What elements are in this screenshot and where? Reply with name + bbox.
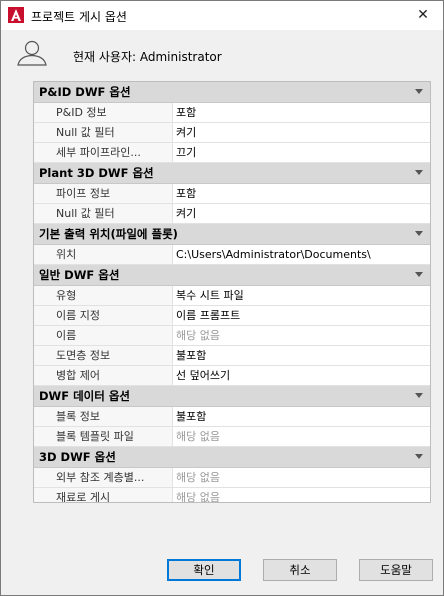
property-value[interactable]: 켜기 — [173, 123, 430, 142]
property-value[interactable]: 해당 없음 — [173, 468, 430, 487]
property-value[interactable]: 해당 없음 — [173, 326, 430, 345]
property-value[interactable]: 복수 시트 파일 — [173, 286, 430, 305]
property-value[interactable]: 불포함 — [173, 407, 430, 426]
property-row[interactable]: 파이프 정보 포함 — [34, 184, 430, 204]
collapse-arrow-icon[interactable] — [415, 454, 423, 459]
collapse-arrow-icon[interactable] — [415, 89, 423, 94]
section-title: DWF 데이터 옵션 — [39, 389, 130, 403]
ok-button[interactable]: 확인 — [167, 559, 241, 581]
window-title: 프로젝트 게시 옵션 — [31, 10, 127, 24]
section-title: 3D DWF 옵션 — [39, 450, 116, 464]
property-row[interactable]: 이름 지정 이름 프롬프트 — [34, 306, 430, 326]
section-title: 일반 DWF 옵션 — [39, 268, 120, 282]
property-label: Null 값 필터 — [34, 123, 173, 142]
property-label: 재료로 게시 — [34, 488, 173, 502]
property-label: P&ID 정보 — [34, 103, 173, 122]
property-row[interactable]: 재료로 게시 해당 없음 — [34, 488, 430, 502]
section-header[interactable]: 3D DWF 옵션 — [34, 447, 430, 468]
user-icon — [17, 40, 47, 66]
property-label: 외부 참조 계층별... — [34, 468, 173, 487]
close-button[interactable]: ✕ — [403, 1, 443, 30]
title-bar: 프로젝트 게시 옵션 ✕ — [1, 1, 443, 30]
collapse-arrow-icon[interactable] — [415, 170, 423, 175]
property-row[interactable]: 이름 해당 없음 — [34, 326, 430, 346]
property-value[interactable]: 선 덮어쓰기 — [173, 366, 430, 385]
property-row[interactable]: Null 값 필터 켜기 — [34, 123, 430, 143]
property-row[interactable]: Null 값 필터 켜기 — [34, 204, 430, 224]
property-row[interactable]: 블록 템플릿 파일 해당 없음 — [34, 427, 430, 447]
property-label: 이름 지정 — [34, 306, 173, 325]
property-value[interactable]: C:\Users\Administrator\Documents\ — [173, 245, 430, 264]
property-value[interactable]: 해당 없음 — [173, 427, 430, 446]
property-row[interactable]: 도면층 정보 불포함 — [34, 346, 430, 366]
property-value[interactable]: 해당 없음 — [173, 488, 430, 502]
property-row[interactable]: 블록 정보 불포함 — [34, 407, 430, 427]
section-header[interactable]: Plant 3D DWF 옵션 — [34, 163, 430, 184]
property-label: Null 값 필터 — [34, 204, 173, 223]
property-value[interactable]: 불포함 — [173, 346, 430, 365]
publish-options-dialog: 프로젝트 게시 옵션 ✕ 현재 사용자: Administrator P&ID … — [0, 0, 444, 596]
property-row[interactable]: P&ID 정보 포함 — [34, 103, 430, 123]
property-row[interactable]: 외부 참조 계층별... 해당 없음 — [34, 468, 430, 488]
property-value[interactable]: 포함 — [173, 184, 430, 203]
property-value[interactable]: 포함 — [173, 103, 430, 122]
cancel-button[interactable]: 취소 — [263, 559, 337, 581]
property-row[interactable]: 유형 복수 시트 파일 — [34, 286, 430, 306]
autocad-logo-icon — [8, 7, 24, 23]
property-row[interactable]: 세부 파이프라인... 끄기 — [34, 143, 430, 163]
property-row[interactable]: 병합 제어 선 덮어쓰기 — [34, 366, 430, 386]
property-label: 위치 — [34, 245, 173, 264]
section-title: 기본 출력 위치(파일에 플롯) — [39, 227, 178, 241]
collapse-arrow-icon[interactable] — [415, 272, 423, 277]
property-label: 유형 — [34, 286, 173, 305]
property-label: 블록 정보 — [34, 407, 173, 426]
property-value[interactable]: 이름 프롬프트 — [173, 306, 430, 325]
section-header[interactable]: P&ID DWF 옵션 — [34, 82, 430, 103]
current-user-label: 현재 사용자: Administrator — [73, 50, 222, 64]
property-label: 병합 제어 — [34, 366, 173, 385]
property-label: 파이프 정보 — [34, 184, 173, 203]
property-label: 블록 템플릿 파일 — [34, 427, 173, 446]
section-title: Plant 3D DWF 옵션 — [39, 166, 154, 180]
collapse-arrow-icon[interactable] — [415, 393, 423, 398]
section-header[interactable]: 일반 DWF 옵션 — [34, 265, 430, 286]
close-icon: ✕ — [417, 7, 429, 23]
property-value[interactable]: 켜기 — [173, 204, 430, 223]
section-header[interactable]: 기본 출력 위치(파일에 플롯) — [34, 224, 430, 245]
property-label: 이름 — [34, 326, 173, 345]
section-header[interactable]: DWF 데이터 옵션 — [34, 386, 430, 407]
property-row[interactable]: 위치 C:\Users\Administrator\Documents\ — [34, 245, 430, 265]
section-title: P&ID DWF 옵션 — [39, 85, 131, 99]
collapse-arrow-icon[interactable] — [415, 231, 423, 236]
help-button[interactable]: 도움말 — [359, 559, 433, 581]
property-label: 도면층 정보 — [34, 346, 173, 365]
property-value[interactable]: 끄기 — [173, 143, 430, 162]
property-grid[interactable]: P&ID DWF 옵션 P&ID 정보 포함 Null 값 필터 켜기 세부 파이프라인.… — [33, 81, 431, 503]
property-label: 세부 파이프라인... — [34, 143, 173, 162]
